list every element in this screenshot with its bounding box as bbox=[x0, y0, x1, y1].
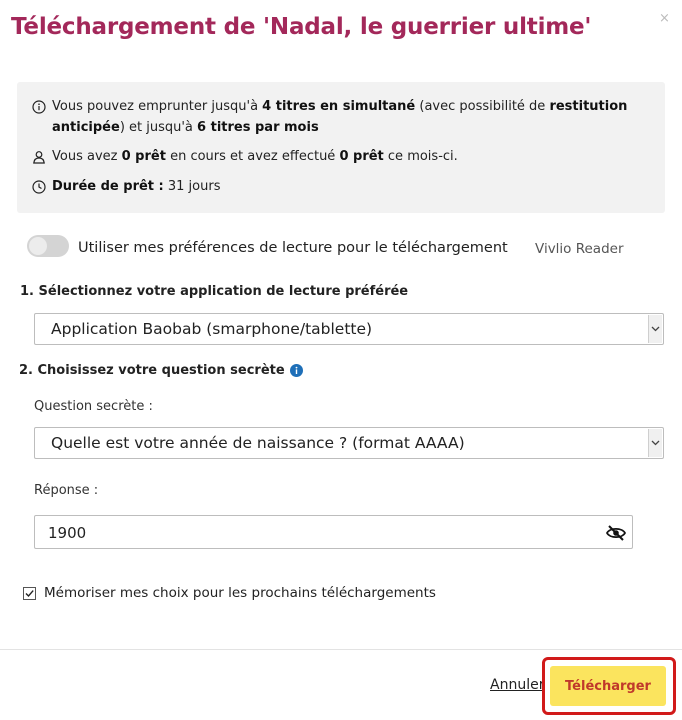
step2-heading: 2. Choisissez votre question secrète bbox=[19, 363, 303, 378]
chevron-down-icon[interactable] bbox=[648, 429, 662, 457]
reading-app-selected: Application Baobab (smarphone/tablette) bbox=[51, 320, 373, 338]
loan-limit-info: Vous pouvez emprunter jusqu'à 4 titres e… bbox=[32, 96, 662, 138]
clock-icon bbox=[32, 180, 46, 194]
reading-app-select[interactable]: Application Baobab (smarphone/tablette) bbox=[34, 313, 664, 345]
close-icon[interactable]: × bbox=[659, 11, 670, 26]
reading-preferences-toggle[interactable] bbox=[27, 235, 69, 257]
user-icon bbox=[33, 151, 45, 164]
toggle-knob bbox=[29, 237, 47, 255]
answer-value: 1900 bbox=[48, 524, 87, 542]
cancel-link[interactable]: Annuler bbox=[490, 677, 544, 693]
info-circle-icon bbox=[32, 100, 46, 114]
secret-question-selected: Quelle est votre année de naissance ? (f… bbox=[51, 434, 465, 452]
loan-info-box: Vous pouvez emprunter jusqu'à 4 titres e… bbox=[17, 82, 665, 213]
download-button-highlight bbox=[542, 657, 676, 715]
step1-heading: 1. Sélectionnez votre application de lec… bbox=[20, 284, 409, 299]
secret-question-select[interactable]: Quelle est votre année de naissance ? (f… bbox=[34, 427, 664, 459]
secret-question-label: Question secrète : bbox=[34, 399, 153, 414]
loan-count-info: Vous avez 0 prêt en cours et avez effect… bbox=[32, 146, 662, 167]
eye-slash-icon[interactable] bbox=[606, 525, 626, 541]
preferred-reader-label: Vivlio Reader bbox=[535, 241, 624, 257]
footer-divider bbox=[0, 649, 682, 650]
dialog-title: Téléchargement de 'Nadal, le guerrier ul… bbox=[11, 14, 592, 40]
info-icon[interactable] bbox=[289, 364, 303, 377]
answer-input[interactable]: 1900 bbox=[34, 515, 633, 549]
reading-preferences-label: Utiliser mes préférences de lecture pour… bbox=[78, 240, 508, 256]
checkmark-icon bbox=[25, 590, 34, 598]
chevron-down-icon[interactable] bbox=[648, 315, 662, 343]
remember-choices-checkbox[interactable] bbox=[23, 587, 36, 600]
loan-duration-info: Durée de prêt : 31 jours bbox=[32, 176, 662, 197]
answer-label: Réponse : bbox=[34, 483, 99, 498]
remember-choices-label: Mémoriser mes choix pour les prochains t… bbox=[44, 585, 436, 601]
